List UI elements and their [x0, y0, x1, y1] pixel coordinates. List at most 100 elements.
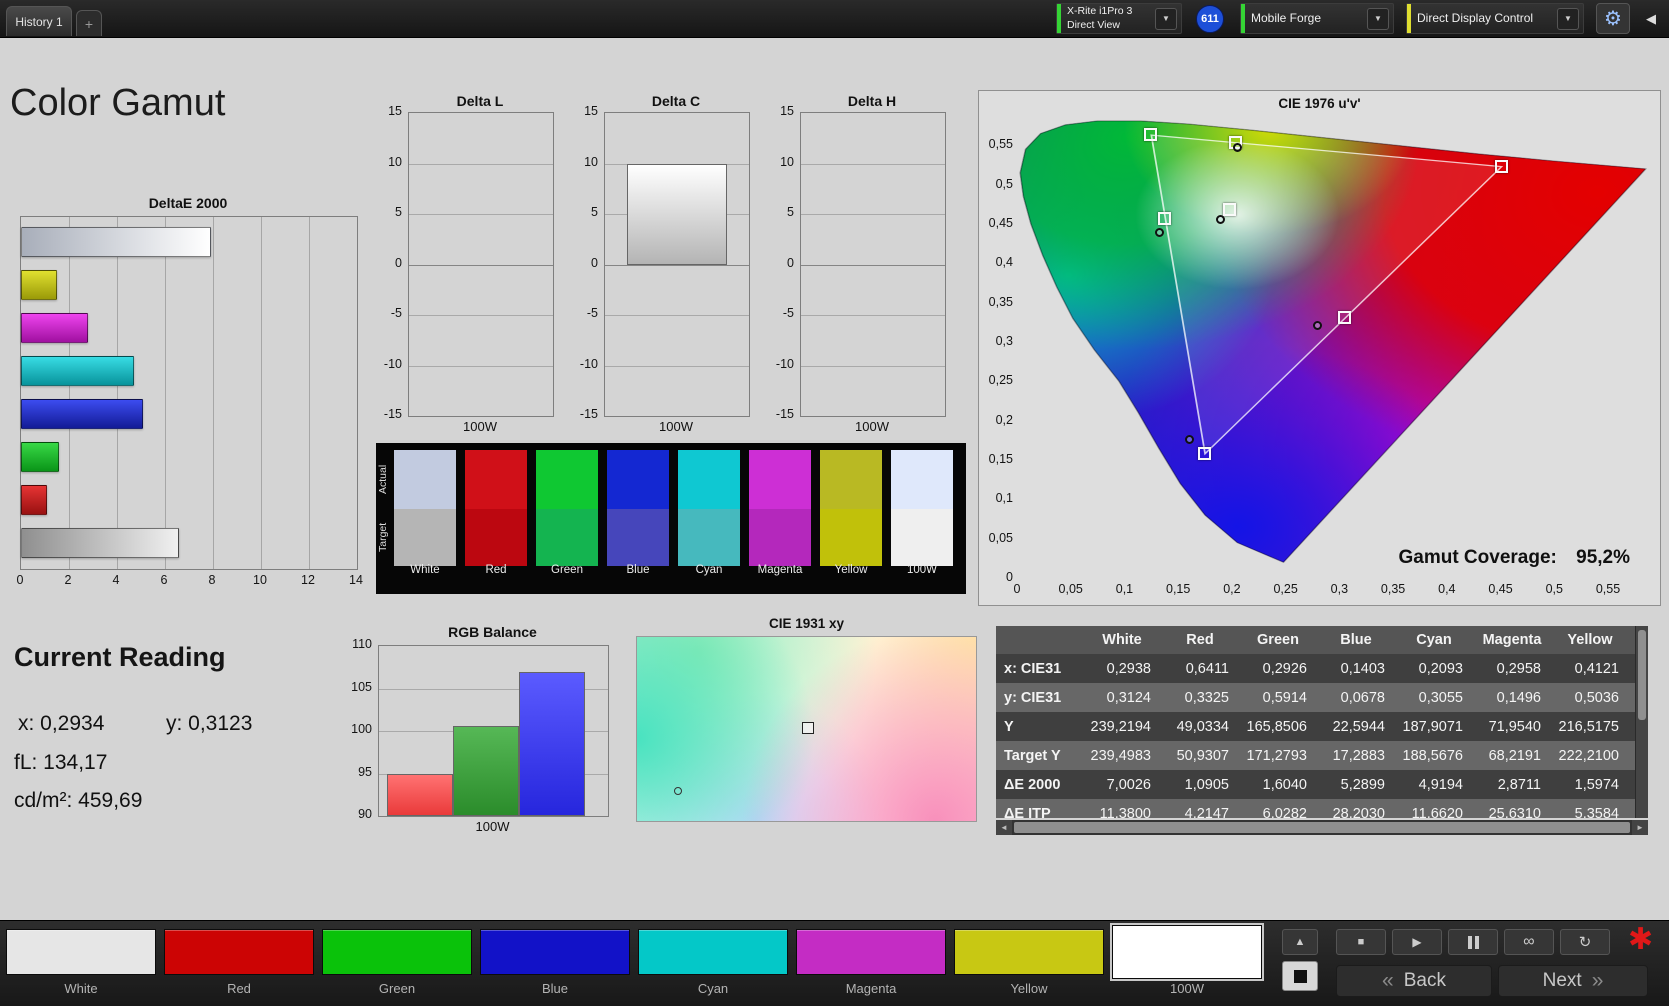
- cie1931-panel: [636, 636, 977, 822]
- test-patch-100w[interactable]: [1112, 925, 1262, 979]
- table-row-label: Target Y: [996, 748, 1086, 764]
- table-hscroll-thumb[interactable]: [1014, 822, 1630, 833]
- cie1976-y-tick: 0,25: [979, 373, 1013, 387]
- add-tab-button[interactable]: +: [76, 10, 102, 36]
- table-cell: 25,6310: [1476, 806, 1554, 819]
- table-header-red: Red: [1164, 632, 1242, 648]
- swatch-target-cyan: [678, 509, 740, 566]
- cie1976-y-tick: 0,55: [979, 137, 1013, 151]
- delta_c-y-tick: 10: [564, 155, 598, 169]
- source-dropdown[interactable]: Mobile Forge ▼: [1240, 3, 1394, 34]
- delta-h-chart: [800, 112, 946, 417]
- delta_l-y-tick: -10: [368, 357, 402, 371]
- infinity-icon: ∞: [1523, 933, 1534, 951]
- test-patch-white[interactable]: [6, 929, 156, 975]
- pattern-up-button[interactable]: ▲: [1282, 929, 1318, 955]
- tab-history-1[interactable]: History 1: [6, 6, 72, 36]
- swatch-label: White: [394, 564, 456, 576]
- table-cell: 22,5944: [1320, 719, 1398, 735]
- table-cell: 0,4121: [1554, 661, 1632, 677]
- delta-h-title: Delta H: [800, 93, 944, 109]
- target-marker-cyan: [1158, 212, 1171, 225]
- bottom-bar: WhiteRedGreenBlueCyanMagentaYellow100W ▲…: [0, 920, 1669, 1006]
- table-vscroll-thumb[interactable]: [1638, 630, 1646, 720]
- table-header-green: Green: [1242, 632, 1320, 648]
- chevron-down-icon[interactable]: ▼: [1155, 8, 1177, 30]
- delta-l-x-label: 100W: [408, 419, 552, 434]
- delta_h-y-tick: 5: [760, 205, 794, 219]
- delta_l-gridline: [409, 315, 553, 316]
- delta_c-y-tick: 15: [564, 104, 598, 118]
- test-patch-yellow[interactable]: [954, 929, 1104, 975]
- chevron-down-icon[interactable]: ▼: [1557, 8, 1579, 30]
- delta_c-gridline: [605, 265, 749, 266]
- swatch-target-green: [536, 509, 598, 566]
- continuous-measure-button[interactable]: ∞: [1504, 929, 1554, 955]
- source-label: Mobile Forge: [1245, 11, 1367, 26]
- pattern-window-button[interactable]: [1282, 961, 1318, 991]
- deltae-bar-white: [21, 227, 211, 257]
- cie1976-y-tick: 0,45: [979, 216, 1013, 230]
- delta-h-x-label: 100W: [800, 419, 944, 434]
- table-cell: 188,5676: [1398, 748, 1476, 764]
- deltae-bar-magenta: [21, 313, 88, 343]
- test-patch-label-green: Green: [322, 981, 472, 996]
- deltae-x-tick: 12: [298, 573, 318, 587]
- deltae-gridline: [309, 217, 310, 569]
- table-cell: 5,3584: [1554, 806, 1632, 819]
- collapse-panel-button[interactable]: ◀: [1638, 3, 1664, 34]
- test-patch-blue[interactable]: [480, 929, 630, 975]
- back-button[interactable]: « Back: [1336, 965, 1492, 997]
- swatch-actual-magenta: [749, 450, 811, 509]
- test-patch-label-magenta: Magenta: [796, 981, 946, 996]
- scroll-left-icon[interactable]: ◄: [996, 820, 1012, 835]
- current-reading-y: y: 0,3123: [166, 712, 252, 736]
- table-row-label: x: CIE31: [996, 661, 1086, 677]
- swatch-column-blue: Blue: [607, 443, 669, 594]
- chevron-down-icon[interactable]: ▼: [1367, 8, 1389, 30]
- deltae-bar-blue: [21, 399, 143, 429]
- table-horizontal-scrollbar[interactable]: ◄ ►: [996, 820, 1648, 835]
- test-patch-label-blue: Blue: [480, 981, 630, 996]
- next-chevron-icon: »: [1592, 969, 1604, 993]
- table-cell: 1,0905: [1164, 777, 1242, 793]
- test-patch-green[interactable]: [322, 929, 472, 975]
- target-marker-white: [1223, 203, 1236, 216]
- display-control-dropdown[interactable]: Direct Display Control ▼: [1406, 3, 1584, 34]
- table-vertical-scrollbar[interactable]: [1635, 626, 1648, 818]
- delta_l-gridline: [409, 214, 553, 215]
- back-button-label: Back: [1404, 970, 1446, 992]
- deltae-bar-red: [21, 485, 47, 515]
- cie1976-x-tick: 0,15: [1162, 582, 1194, 596]
- play-button[interactable]: ▶: [1392, 929, 1442, 955]
- delta_c-y-tick: -15: [564, 407, 598, 421]
- swatch-column-cyan: Cyan: [678, 443, 740, 594]
- meter-dropdown[interactable]: X-Rite i1Pro 3 Direct View ▼: [1056, 3, 1182, 34]
- test-patch-red[interactable]: [164, 929, 314, 975]
- table-row: y: CIE310,31240,33250,59140,06780,30550,…: [996, 683, 1648, 712]
- table-header-white: White: [1086, 632, 1164, 648]
- next-button[interactable]: Next »: [1498, 965, 1648, 997]
- test-patch-magenta[interactable]: [796, 929, 946, 975]
- table-row: Y239,219449,0334165,850622,5944187,90717…: [996, 712, 1648, 741]
- refresh-button[interactable]: ↻: [1560, 929, 1610, 955]
- pause-button[interactable]: [1448, 929, 1498, 955]
- table-cell: 71,9540: [1476, 719, 1554, 735]
- delta_h-gridline: [801, 214, 945, 215]
- table-row-label: ΔE ITP: [996, 806, 1086, 819]
- deltae-x-tick: 2: [58, 573, 78, 587]
- deltae-x-tick: 14: [346, 573, 366, 587]
- settings-button[interactable]: ⚙: [1596, 3, 1630, 34]
- stop-icon: ■: [1358, 936, 1365, 948]
- current-reading-title: Current Reading: [14, 642, 226, 673]
- test-patch-cyan[interactable]: [638, 929, 788, 975]
- stop-button[interactable]: ■: [1336, 929, 1386, 955]
- table-cell: 0,2093: [1398, 661, 1476, 677]
- rgb-y-tick: 95: [342, 765, 372, 779]
- deltae-gridline: [165, 217, 166, 569]
- deltae-bar-green: [21, 442, 59, 472]
- table-cell: 216,5175: [1554, 719, 1632, 735]
- table-cell: 5,2899: [1320, 777, 1398, 793]
- rgb-bar-green: [453, 726, 519, 816]
- scroll-right-icon[interactable]: ►: [1632, 820, 1648, 835]
